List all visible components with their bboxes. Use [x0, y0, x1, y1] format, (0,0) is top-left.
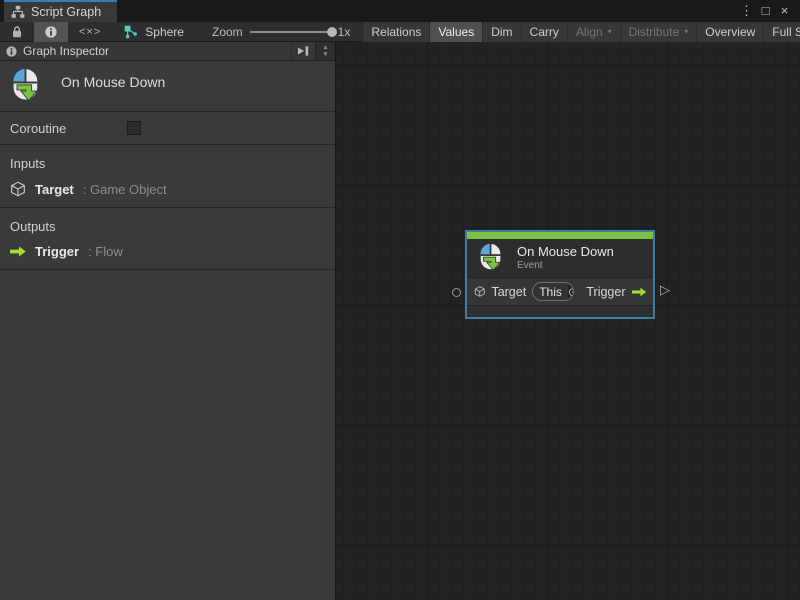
- node-subtitle: Event: [517, 260, 614, 272]
- node-titles: On Mouse Down Event: [517, 244, 614, 272]
- script-graph-icon: [11, 5, 25, 19]
- outputs-header: Outputs: [0, 215, 335, 240]
- target-port-label: Target: [491, 285, 526, 299]
- zoom-label: Zoom: [212, 25, 243, 39]
- object-picker-icon[interactable]: ⊙: [568, 283, 575, 300]
- coroutine-checkbox[interactable]: [127, 121, 141, 135]
- inspector-title: Graph Inspector: [23, 44, 109, 58]
- flow-arrow-icon: [10, 246, 26, 257]
- window-controls: ⋮ □ ×: [737, 0, 800, 22]
- tab-title: Script Graph: [31, 5, 101, 19]
- info-icon: [45, 26, 57, 38]
- distribute-dropdown[interactable]: Distribute ▾: [620, 22, 697, 42]
- node-footer: [467, 306, 653, 317]
- scroll-up-icon[interactable]: ▲: [316, 44, 335, 51]
- cube-icon: [10, 181, 26, 197]
- node-event-color-bar: [467, 232, 653, 239]
- unit-title: On Mouse Down: [61, 74, 165, 90]
- code-icon: <×>: [79, 26, 101, 38]
- zoom-control: Zoom 1x: [212, 25, 350, 39]
- zoom-value: 1x: [338, 25, 351, 39]
- graph-asset-icon: [124, 25, 138, 39]
- edit-script-button[interactable]: <×>: [68, 22, 112, 42]
- node-title: On Mouse Down: [517, 244, 614, 260]
- node-header[interactable]: On Mouse Down Event: [467, 239, 653, 277]
- node-input-port[interactable]: [452, 288, 461, 297]
- node-output-port[interactable]: ▷: [660, 282, 670, 298]
- input-target-row: Target : Game Object: [0, 177, 335, 199]
- chevron-down-icon: ▾: [608, 27, 612, 36]
- overview-button[interactable]: Overview: [696, 22, 763, 42]
- chevron-down-icon: ▾: [684, 27, 688, 36]
- inspector-empty-area: [0, 270, 335, 600]
- zoom-slider-knob[interactable]: [327, 27, 337, 37]
- graph-name: Sphere: [145, 25, 184, 39]
- output-type: : Flow: [88, 244, 123, 259]
- dim-button[interactable]: Dim: [482, 22, 520, 42]
- trigger-port-label: Trigger: [586, 285, 625, 299]
- node-port-row: Target This ⊙ Trigger: [467, 277, 653, 306]
- inputs-header: Inputs: [0, 152, 335, 177]
- inspector-title-area: Graph Inspector: [0, 42, 291, 60]
- output-name: Trigger: [35, 244, 79, 259]
- trigger-flow-arrow-icon: [632, 286, 647, 298]
- tab-bar: Script Graph ⋮ □ ×: [0, 0, 800, 22]
- on-mouse-down-icon: [8, 68, 44, 104]
- values-button[interactable]: Values: [429, 22, 482, 42]
- more-menu-icon[interactable]: ⋮: [737, 1, 756, 21]
- target-value: This: [533, 285, 568, 299]
- align-dropdown[interactable]: Align ▾: [567, 22, 620, 42]
- full-screen-button[interactable]: Full Screen: [763, 22, 800, 42]
- unit-title-row: On Mouse Down: [0, 61, 335, 111]
- outputs-section: Outputs Trigger : Flow: [0, 208, 335, 269]
- input-type: : Game Object: [83, 182, 167, 197]
- inspector-toggle-button[interactable]: [34, 22, 68, 42]
- graph-inspector-panel: Graph Inspector ▲ ▼: [0, 42, 336, 600]
- toolbar-buttons: Relations Values Dim Carry Align ▾ Distr…: [362, 22, 800, 42]
- lock-icon: [11, 25, 23, 38]
- cube-icon: [474, 284, 485, 299]
- output-trigger-row: Trigger : Flow: [0, 240, 335, 261]
- graph-toolbar: <×> Sphere Zoom 1x Relations Values Dim …: [0, 22, 800, 42]
- relations-button[interactable]: Relations: [362, 22, 429, 42]
- panel-scroll-buttons: ▲ ▼: [315, 42, 335, 60]
- dock-right-icon: [297, 45, 310, 57]
- close-icon[interactable]: ×: [775, 1, 794, 21]
- script-graph-window: Script Graph ⋮ □ × <×>: [0, 0, 800, 600]
- lock-button[interactable]: [0, 22, 34, 42]
- graph-canvas[interactable]: On Mouse Down Event Target This ⊙ Trigge…: [336, 42, 800, 600]
- scroll-down-icon[interactable]: ▼: [316, 51, 335, 58]
- inspector-header: Graph Inspector ▲ ▼: [0, 42, 335, 61]
- inputs-section: Inputs Target : Game Object: [0, 145, 335, 207]
- coroutine-row: Coroutine: [0, 112, 335, 144]
- maximize-icon[interactable]: □: [756, 1, 775, 21]
- carry-button[interactable]: Carry: [521, 22, 567, 42]
- on-mouse-down-icon: [476, 243, 506, 273]
- dock-panel-button[interactable]: [291, 42, 315, 60]
- node-on-mouse-down[interactable]: On Mouse Down Event Target This ⊙ Trigge…: [465, 230, 655, 319]
- graph-reference[interactable]: Sphere: [124, 25, 184, 39]
- input-name: Target: [35, 182, 74, 197]
- info-icon: [6, 46, 17, 57]
- target-value-field[interactable]: This ⊙: [532, 282, 574, 301]
- tab-script-graph[interactable]: Script Graph: [4, 0, 117, 22]
- zoom-slider[interactable]: [250, 31, 332, 33]
- coroutine-label: Coroutine: [10, 121, 127, 136]
